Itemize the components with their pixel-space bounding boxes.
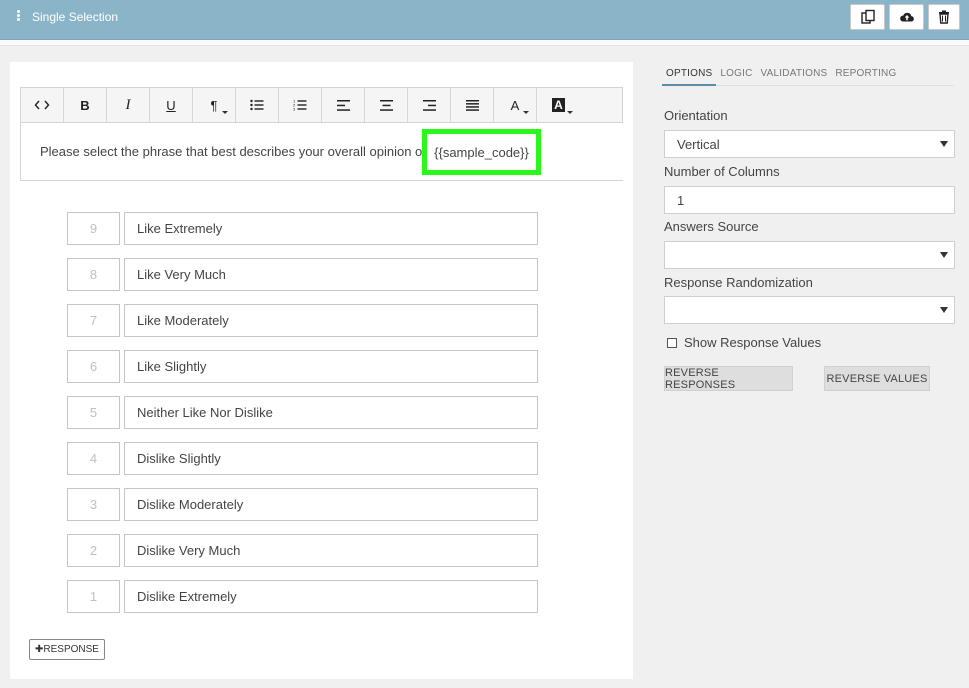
paragraph-icon: ¶: [210, 97, 218, 113]
header-divider: [0, 40, 969, 46]
italic-button[interactable]: I: [107, 88, 150, 122]
response-value-field[interactable]: 9: [67, 212, 120, 245]
trash-icon: [939, 10, 949, 24]
tab-options[interactable]: OPTIONS: [662, 64, 717, 86]
randomization-label: Response Randomization: [664, 275, 813, 290]
response-value-field[interactable]: 3: [67, 488, 120, 521]
tab-validations[interactable]: VALIDATIONS: [757, 64, 832, 86]
paragraph-button[interactable]: ¶: [193, 88, 236, 122]
code-icon: [34, 100, 50, 110]
randomization-select[interactable]: [664, 296, 955, 324]
highlight-color-button[interactable]: A: [537, 88, 580, 122]
response-label-field[interactable]: Like Extremely: [124, 212, 538, 245]
list-item: 6 Like Slightly: [67, 350, 539, 383]
response-value-field[interactable]: 5: [67, 396, 120, 429]
question-text: Please select the phrase that best descr…: [40, 144, 426, 159]
orientation-value: Vertical: [677, 136, 720, 152]
font-color-button[interactable]: A: [494, 88, 537, 122]
numbered-list-icon: 123: [293, 99, 307, 111]
list-item: 5 Neither Like Nor Dislike: [67, 396, 539, 429]
sample-code-placeholder[interactable]: {{sample_code}}: [422, 129, 541, 175]
font-color-icon: A: [510, 97, 520, 113]
bullet-list-button[interactable]: [236, 88, 279, 122]
rich-text-toolbar: B I U ¶ 123 A A: [20, 87, 623, 123]
delete-button[interactable]: [928, 4, 960, 30]
add-response-button[interactable]: ✚RESPONSE: [29, 639, 105, 660]
tab-reporting[interactable]: REPORTING: [831, 64, 900, 86]
bullet-list-icon: [250, 99, 264, 111]
bold-icon: B: [80, 97, 90, 113]
answers-source-label: Answers Source: [664, 219, 759, 234]
list-item: 1 Dislike Extremely: [67, 580, 539, 613]
underline-icon: U: [166, 97, 176, 113]
tab-logic[interactable]: LOGIC: [716, 64, 756, 86]
question-text-editor[interactable]: Please select the phrase that best descr…: [20, 123, 623, 181]
show-response-values-option[interactable]: Show Response Values: [667, 335, 821, 350]
response-label-field[interactable]: Like Slightly: [124, 350, 538, 383]
response-label-field[interactable]: Dislike Extremely: [124, 580, 538, 613]
page-title: Single Selection: [32, 10, 119, 24]
options-tabs: OPTIONS LOGIC VALIDATIONS REPORTING: [662, 64, 954, 86]
align-center-button[interactable]: [365, 88, 408, 122]
align-left-icon: [336, 99, 350, 111]
align-left-button[interactable]: [322, 88, 365, 122]
list-item: 9 Like Extremely: [67, 212, 539, 245]
align-right-button[interactable]: [408, 88, 451, 122]
chevron-down-icon: [567, 111, 573, 114]
list-item: 3 Dislike Moderately: [67, 488, 539, 521]
svg-text:3: 3: [293, 107, 296, 112]
bold-button[interactable]: B: [64, 88, 107, 122]
orientation-select[interactable]: Vertical: [664, 130, 955, 158]
show-response-values-checkbox[interactable]: [667, 337, 677, 348]
response-label-field[interactable]: Dislike Very Much: [124, 534, 538, 567]
response-value-field[interactable]: 4: [67, 442, 120, 475]
response-value-field[interactable]: 2: [67, 534, 120, 567]
response-value-field[interactable]: 7: [67, 304, 120, 337]
chevron-down-icon: [222, 111, 228, 114]
numbered-list-button[interactable]: 123: [279, 88, 322, 122]
chevron-down-icon: [523, 111, 529, 114]
response-value-field[interactable]: 1: [67, 580, 120, 613]
align-justify-button[interactable]: [451, 88, 494, 122]
copy-icon: [860, 9, 875, 24]
list-item: 4 Dislike Slightly: [67, 442, 539, 475]
app-header: Single Selection: [0, 0, 969, 40]
list-item: 8 Like Very Much: [67, 258, 539, 291]
kebab-menu-icon[interactable]: [14, 10, 22, 24]
response-value-field[interactable]: 6: [67, 350, 120, 383]
columns-label: Number of Columns: [664, 164, 780, 179]
response-label-field[interactable]: Neither Like Nor Dislike: [124, 396, 538, 429]
response-label-field[interactable]: Like Very Much: [124, 258, 538, 291]
align-right-icon: [422, 99, 436, 111]
list-item: 7 Like Moderately: [67, 304, 539, 337]
response-value-field[interactable]: 8: [67, 258, 120, 291]
align-center-icon: [379, 99, 393, 111]
response-label-field[interactable]: Dislike Slightly: [124, 442, 538, 475]
orientation-label: Orientation: [664, 108, 728, 123]
reverse-responses-button[interactable]: REVERSE RESPONSES: [664, 366, 793, 391]
reverse-values-button[interactable]: REVERSE VALUES: [824, 366, 930, 391]
chevron-down-icon: [940, 252, 948, 258]
align-justify-icon: [465, 99, 479, 111]
columns-input[interactable]: 1: [664, 186, 955, 214]
response-label-field[interactable]: Dislike Moderately: [124, 488, 538, 521]
list-item: 2 Dislike Very Much: [67, 534, 539, 567]
show-response-values-label: Show Response Values: [684, 335, 822, 350]
chevron-down-icon: [940, 307, 948, 313]
cloud-upload-icon: [899, 12, 914, 22]
code-view-button[interactable]: [21, 88, 64, 122]
answers-source-select[interactable]: [664, 241, 955, 269]
question-editor-panel: B I U ¶ 123 A A Please select the phrase…: [10, 62, 633, 679]
underline-button[interactable]: U: [150, 88, 193, 122]
highlight-color-icon: A: [552, 98, 565, 112]
cloud-upload-button[interactable]: [889, 4, 924, 30]
copy-button[interactable]: [850, 4, 885, 30]
response-label-field[interactable]: Like Moderately: [124, 304, 538, 337]
italic-icon: I: [125, 96, 131, 113]
chevron-down-icon: [940, 141, 948, 147]
